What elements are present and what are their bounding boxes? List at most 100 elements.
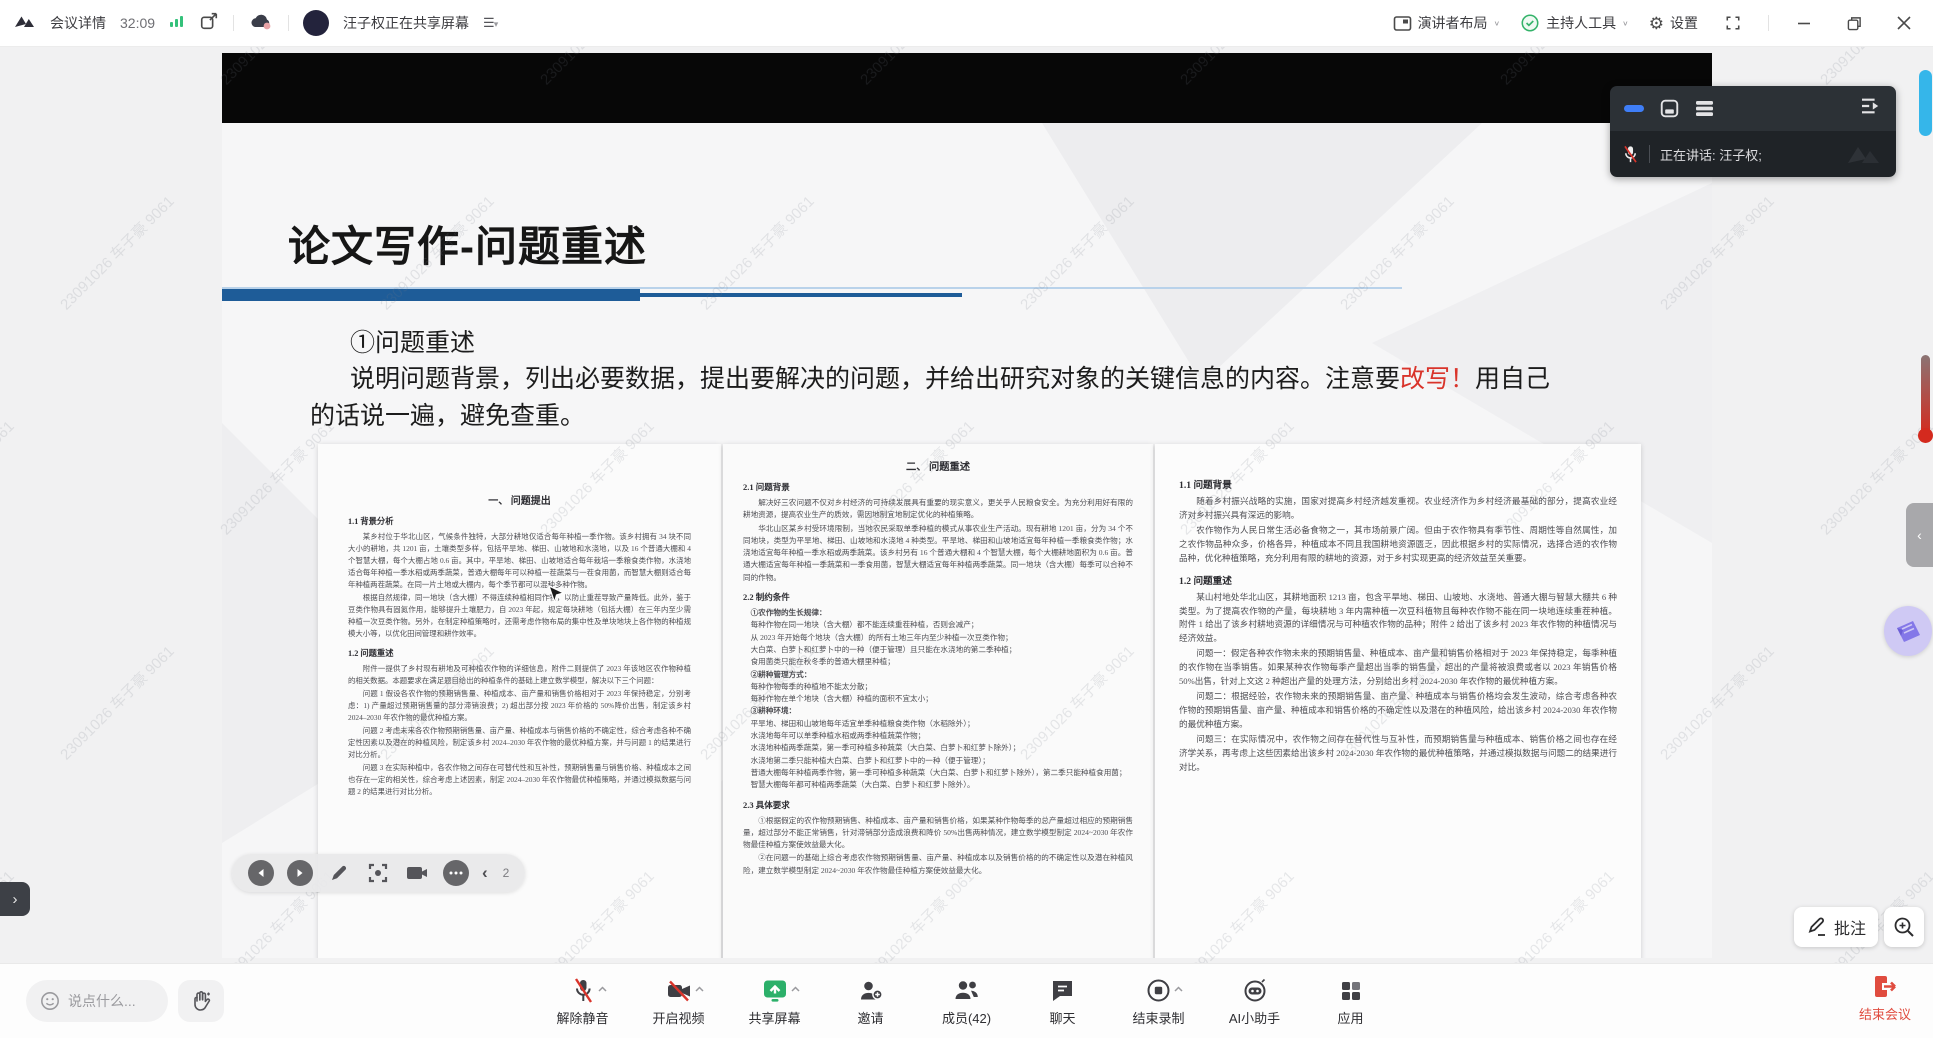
slide-paragraph: 说明问题背景，列出必要数据，提出要解决的问题，并给出研究对象的关键信息的内容。注… — [310, 361, 1568, 435]
annotate-button[interactable]: 批注 — [1794, 907, 1878, 947]
watermark-text: 23091026 车子豪 9061 — [0, 416, 18, 539]
doc-block: 2.2 制约条件 — [743, 591, 1133, 603]
maximize-button[interactable] — [1839, 8, 1869, 38]
shield-check-icon — [1520, 13, 1540, 33]
meeting-timer: 32:09 — [120, 15, 155, 31]
doc-block: 二、 问题重述 — [743, 458, 1133, 473]
apps-grid-icon — [1339, 979, 1363, 1003]
doc-block: 一、 问题提出 — [348, 492, 691, 507]
doc-block: ②在问题一的基础上综合考虑农作物预期销售量、亩产量、种植成本以及销售价格的的不确… — [743, 852, 1133, 877]
video-options-chevron[interactable] — [695, 986, 704, 993]
doc-block: 某乡村位于华北山区，气候条件独特，大部分耕地仅适合每年种植一季作物。该乡村拥有 … — [348, 531, 691, 591]
doc-block: ①农作物的生长规律： — [743, 607, 1133, 619]
share-options-chevron[interactable] — [791, 986, 800, 993]
members-icon — [953, 978, 980, 1003]
annotate-pen-icon — [1806, 916, 1828, 938]
more-tools-button[interactable] — [443, 860, 469, 886]
end-meeting-icon — [1871, 974, 1899, 1000]
doc-block: 问题 1 假设各农作物的预期销售量、种植成本、亩产量和销售价格相对于 2023 … — [348, 688, 691, 724]
notes-bubble-button[interactable] — [1884, 606, 1932, 656]
right-collapse-tab[interactable]: ‹ — [1906, 503, 1933, 567]
close-button[interactable] — [1889, 8, 1919, 38]
doc-block: 随着乡村振兴战略的实施，国家对提高乡村经济越发重视。农业经济作为乡村经济最基础的… — [1179, 495, 1617, 523]
control-buttons: 解除静音 开启视频 共享屏幕 邀请 成员(42) — [0, 964, 1933, 1038]
doc-block: 问题一：假定各种农作物未来的预期销售量、种植成本、亩产量和销售价格相对于 202… — [1179, 647, 1617, 689]
panel-minimized-video-icon[interactable] — [1624, 105, 1644, 112]
invite-button[interactable]: 邀请 — [836, 976, 906, 1027]
doc-block: 1.2 问题重述 — [1179, 573, 1617, 587]
layout-icon — [1393, 15, 1412, 32]
sharing-options-icon[interactable]: ☰▾ — [483, 15, 497, 31]
list-view-icon[interactable] — [1695, 100, 1714, 117]
left-expand-tab[interactable]: › — [0, 882, 30, 916]
magnifier-plus-icon — [1893, 916, 1915, 938]
university-name-cn: 北京航空航天大学 — [1482, 953, 1712, 958]
shared-screen-area: 论文写作-问题重述 ①问题重述 说明问题背景，列出必要数据，提出要解决的问题，并… — [0, 47, 1933, 963]
invite-icon — [858, 978, 883, 1003]
layout-button[interactable]: 演讲者布局∨ — [1393, 13, 1501, 33]
settings-button[interactable]: ⚙ 设置 — [1649, 13, 1698, 33]
cloud-recording-icon[interactable] — [248, 11, 274, 36]
pop-out-icon[interactable] — [199, 11, 219, 36]
doc-block: 华北山区某乡村受环境限制，当地农民采取单季种植的模式从事农业生产活动。现有耕地 … — [743, 523, 1133, 584]
doc-block: ③耕种环境： — [743, 705, 1133, 717]
video-clip-button[interactable] — [404, 860, 430, 886]
slide-paragraph-main: 说明问题背景，列出必要数据，提出要解决的问题，并给出研究对象的关键信息的内容。注… — [350, 365, 1400, 393]
app-logo-icon — [14, 11, 36, 36]
mic-options-chevron[interactable] — [598, 986, 607, 993]
doc-block: 普通大棚每年种植两季作物，第一季可种植多种蔬菜（大白菜、白萝卜和红萝卜除外），第… — [743, 767, 1133, 779]
laser-pointer-button[interactable] — [365, 860, 391, 886]
doc-block: 问题三：在实际情况中，农作物之间存在替代性与互补性，而预期销售量与种植成本、销售… — [1179, 733, 1617, 775]
doc-block: 每种作物在单个地块（含大棚）种植的面积不宜太小； — [743, 693, 1133, 705]
camera-off-icon — [666, 979, 692, 1003]
active-speaker-row[interactable]: 正在讲话: 汪子权; — [1610, 131, 1896, 177]
meeting-details-button[interactable]: 会议详情 — [50, 13, 106, 33]
pen-tool-button[interactable] — [326, 860, 352, 886]
doc-block: 从 2023 年开始每个地块（含大棚）的所有土地三年内至少种植一次豆类作物； — [743, 632, 1133, 644]
unmute-button[interactable]: 解除静音 — [548, 976, 618, 1027]
network-signal-icon — [169, 14, 185, 33]
share-screen-button[interactable]: 共享屏幕 — [740, 976, 810, 1027]
slide-paragraph-red: 改写！ — [1400, 365, 1475, 393]
document-page-2: 二、 问题重述2.1 问题背景解决好三农问题不仅对乡村经济的可持续发展具有重要的… — [723, 444, 1153, 958]
doc-block: 问题二：根据经验，农作物未来的预期销售量、亩产量、种植成本与销售价格均会发生波动… — [1179, 690, 1617, 732]
ai-assistant-icon — [1242, 978, 1268, 1003]
doc-block: 1.1 问题背景 — [1179, 477, 1617, 491]
members-button[interactable]: 成员(42) — [932, 976, 1002, 1027]
sharer-avatar — [303, 10, 329, 36]
doc-block: 食用菌类只能在秋冬季的普通大棚里种植； — [743, 656, 1133, 668]
collapse-toolbar-button[interactable]: ‹ — [482, 863, 488, 883]
ai-assistant-button[interactable]: AI小助手 — [1220, 976, 1290, 1027]
doc-block: ①根据假定的农作物预期销售、种植成本、亩产量和销售价格，如果某种作物每季的总产量… — [743, 815, 1133, 852]
end-meeting-button[interactable]: 结束会议 — [1859, 972, 1911, 1023]
title-bar: 会议详情 32:09 汪子权正在共享屏幕 ☰▾ 演讲者布局∨ 主持人工具∨ ⚙ … — [0, 0, 1933, 47]
previous-slide-button[interactable] — [248, 860, 274, 886]
document-page-3: 1.1 问题背景随着乡村振兴战略的实施，国家对提高乡村经济越发重视。农业经济作为… — [1155, 444, 1641, 958]
doc-block: 问题 2 考虑未来各农作物预期销售量、亩产量、种植成本与销售价格的不确定性，综合… — [348, 725, 691, 761]
gear-icon: ⚙ — [1649, 15, 1664, 32]
chat-button[interactable]: 聊天 — [1028, 976, 1098, 1027]
university-logo: ✈ 北京航空航天大学 BEIHANG UNIVERSITY — [1430, 953, 1712, 958]
fullscreen-button[interactable] — [1718, 8, 1748, 38]
next-slide-button[interactable] — [287, 860, 313, 886]
doc-block: 每种作物每季的种植地不能太分散； — [743, 681, 1133, 693]
minimize-button[interactable] — [1789, 8, 1819, 38]
stop-recording-button[interactable]: 结束录制 — [1124, 976, 1194, 1027]
right-scrollbar-thumb[interactable] — [1919, 70, 1932, 136]
apps-button[interactable]: 应用 — [1316, 976, 1386, 1027]
doc-block: 问题 3 在实际种植中，各农作物之间存在可替代性和互补性，预期销售量与销售价格、… — [348, 762, 691, 798]
doc-block: 1.2 问题重述 — [348, 647, 691, 659]
speaking-label: 正在讲话: 汪子权; — [1660, 145, 1762, 164]
collapse-panel-icon[interactable] — [1860, 97, 1882, 120]
start-video-button[interactable]: 开启视频 — [644, 976, 714, 1027]
watermark-text: 23091026 车子豪 9061 — [1815, 47, 1933, 89]
recording-options-chevron[interactable] — [1174, 986, 1183, 993]
doc-block: 1.1 背景分析 — [348, 515, 691, 527]
zoom-in-button[interactable] — [1884, 907, 1924, 947]
thumbnail-view-icon[interactable] — [1660, 99, 1679, 118]
panel-watermark-icon — [1846, 143, 1886, 170]
presenter-toolbar: ‹ 2 — [232, 854, 525, 892]
right-red-marker-bulb — [1918, 428, 1933, 443]
host-tools-button[interactable]: 主持人工具∨ — [1520, 13, 1629, 33]
doc-block: 农作物作为人民日常生活必备食物之一，其市场前景广阔。但由于农作物具有季节性、周期… — [1179, 524, 1617, 566]
